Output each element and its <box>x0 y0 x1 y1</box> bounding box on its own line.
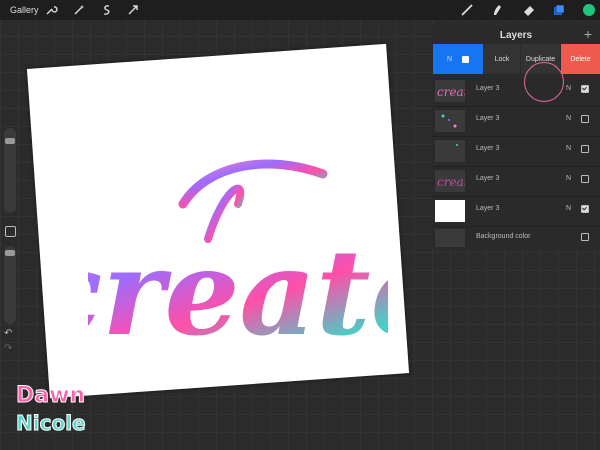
layer-mode-button[interactable]: N <box>433 44 483 74</box>
layer-thumbnail <box>435 140 465 162</box>
layer-row[interactable]: Layer 3 N <box>432 136 600 167</box>
layers-icon[interactable] <box>552 3 566 17</box>
artwork-text: create <box>88 223 388 354</box>
layer-name: Layer 3 <box>476 85 500 92</box>
layer-name: Layer 3 <box>476 145 500 152</box>
dawn-nicole-logo: Dawn Nicole <box>16 383 87 436</box>
layer-mode-label: N <box>446 55 453 63</box>
background-visibility-checkbox[interactable] <box>581 233 589 241</box>
svg-text:Dawn: Dawn <box>16 383 85 408</box>
create-lettering: create <box>88 159 388 354</box>
layer-actions: N Lock Duplicate Delete <box>432 44 600 102</box>
background-thumbnail <box>435 229 465 247</box>
color-icon[interactable] <box>582 3 596 17</box>
opacity-slider[interactable] <box>4 246 16 324</box>
layer-row[interactable]: Layer 3 N <box>432 106 600 137</box>
redo-icon[interactable]: ↷ <box>4 343 12 354</box>
modify-button[interactable] <box>5 226 16 237</box>
layer-mode[interactable]: N <box>566 115 571 122</box>
layer-visibility-checkbox[interactable] <box>581 115 589 123</box>
eraser-icon[interactable] <box>522 3 536 17</box>
layer-visibility-checkbox[interactable] <box>581 85 589 93</box>
top-toolbar: Gallery <box>0 0 600 20</box>
layer-name: Layer 3 <box>476 175 500 182</box>
lock-button[interactable]: Lock <box>484 44 520 74</box>
wrench-icon[interactable] <box>44 3 58 17</box>
layers-panel: Layers + N Lock Duplicate Delete create … <box>432 22 600 250</box>
add-layer-icon[interactable]: + <box>584 26 592 42</box>
layer-row[interactable]: create Layer 3 N <box>432 166 600 197</box>
layer-name: Layer 3 <box>476 115 500 122</box>
layer-row[interactable]: create Layer 3 N <box>432 76 600 107</box>
layer-row[interactable]: Layer 3 N <box>432 196 600 227</box>
layer-thumbnail: create <box>435 170 465 192</box>
layer-mode[interactable]: N <box>566 205 571 212</box>
background-layer-row[interactable]: Background color <box>432 226 600 250</box>
selection-icon[interactable] <box>100 3 114 17</box>
layer-visibility-checkbox[interactable] <box>581 175 589 183</box>
layers-title: Layers <box>499 30 533 41</box>
canvas-area[interactable]: create <box>20 42 410 399</box>
svg-text:create: create <box>437 175 465 189</box>
undo-icon[interactable]: ↶ <box>4 328 12 339</box>
transform-icon[interactable] <box>126 3 140 17</box>
layer-thumbnail: create <box>435 80 465 102</box>
brush-size-slider[interactable] <box>4 128 16 213</box>
layer-name: Layer 3 <box>476 205 500 212</box>
brush-icon[interactable] <box>460 3 474 17</box>
layer-mode[interactable]: N <box>566 145 571 152</box>
svg-text:create: create <box>437 85 465 99</box>
brush-size-handle[interactable] <box>5 138 15 144</box>
magic-wand-icon[interactable] <box>72 3 86 17</box>
layer-mode[interactable]: N <box>566 175 571 182</box>
opacity-handle[interactable] <box>5 250 15 256</box>
delete-button[interactable]: Delete <box>561 44 600 74</box>
layer-thumbnail <box>435 110 465 132</box>
smudge-icon[interactable] <box>490 3 504 17</box>
background-layer-name: Background color <box>476 233 531 240</box>
layer-visible-check[interactable] <box>462 55 470 63</box>
layer-visibility-checkbox[interactable] <box>581 145 589 153</box>
layer-mode[interactable]: N <box>566 85 571 92</box>
layer-visibility-checkbox[interactable] <box>581 205 589 213</box>
svg-text:Nicole: Nicole <box>16 411 86 435</box>
left-sidebar: ↶ ↷ <box>2 128 18 360</box>
layer-thumbnail <box>435 200 465 222</box>
gallery-button[interactable]: Gallery <box>10 5 39 15</box>
